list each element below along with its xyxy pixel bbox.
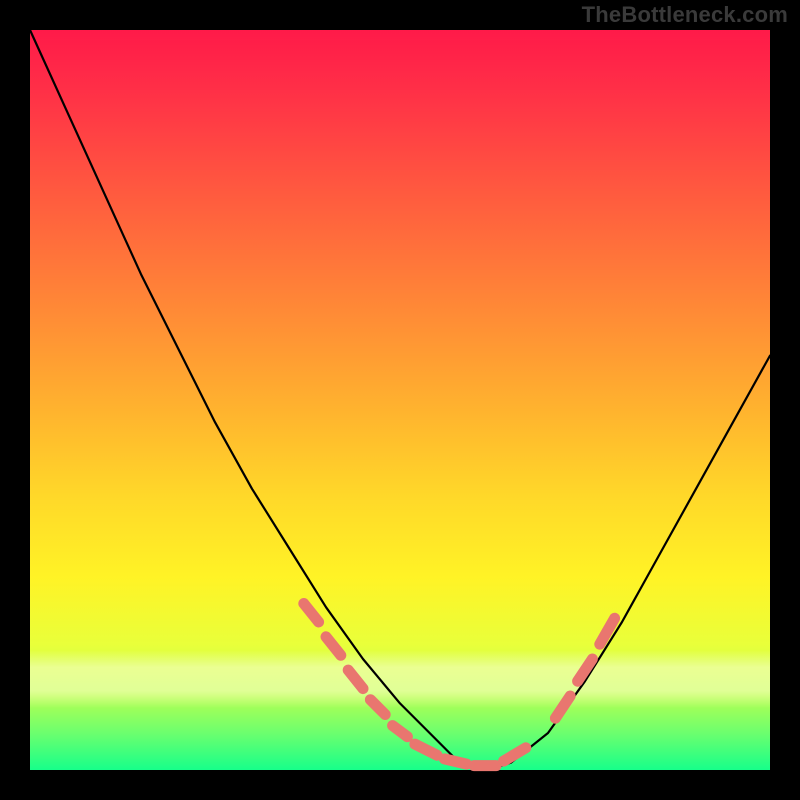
bottleneck-curve [30, 30, 770, 770]
highlight-markers [304, 604, 615, 766]
plot-area [30, 30, 770, 770]
chart-frame: TheBottleneck.com [0, 0, 800, 800]
watermark-text: TheBottleneck.com [582, 2, 788, 28]
curve-layer [30, 30, 770, 770]
